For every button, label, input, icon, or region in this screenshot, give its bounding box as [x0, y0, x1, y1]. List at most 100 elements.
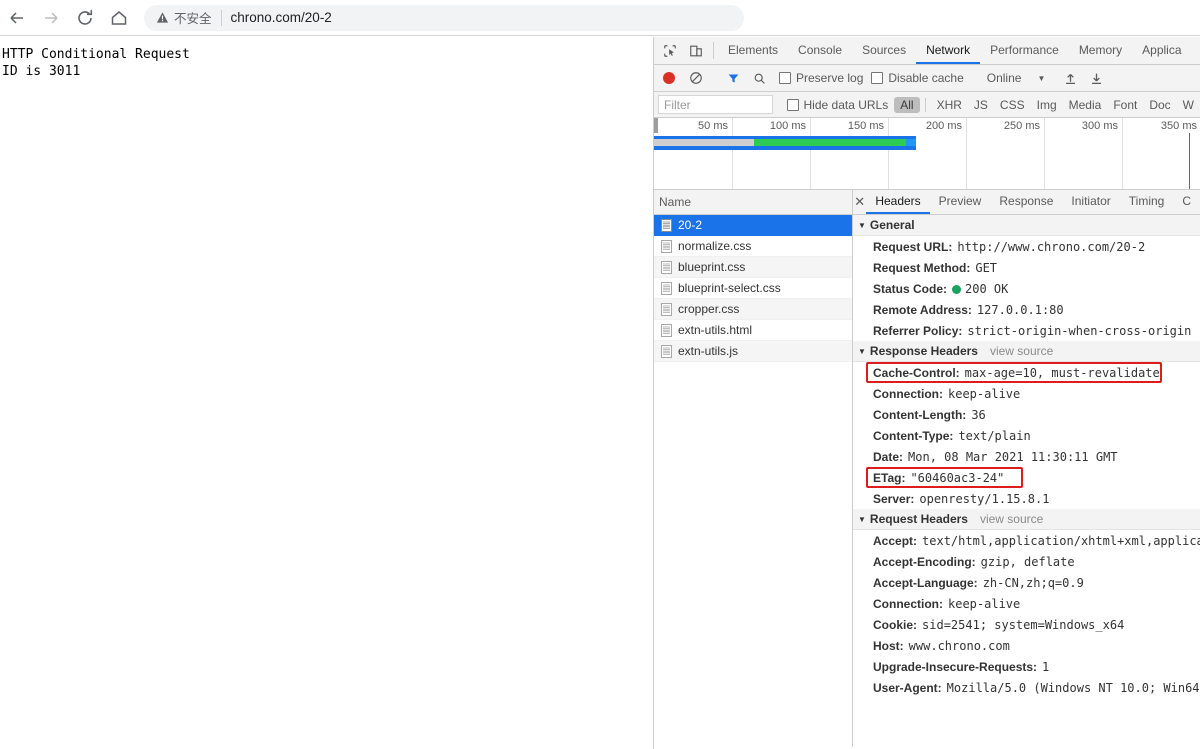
network-overview[interactable]: 50 ms 100 ms 150 ms 200 ms 250 ms 300 ms… [654, 118, 1200, 190]
header-row: Date: Mon, 08 Mar 2021 11:30:11 GMT [853, 446, 1200, 467]
type-filter-ws[interactable]: W [1177, 97, 1200, 113]
tab-initiator[interactable]: Initiator [1062, 190, 1119, 214]
back-arrow-icon[interactable] [0, 1, 34, 35]
header-name: Accept-Encoding: [873, 555, 976, 569]
tab-response[interactable]: Response [990, 190, 1062, 214]
request-row[interactable]: extn-utils.html [654, 320, 852, 341]
header-value: 36 [971, 408, 985, 422]
page-content: HTTP Conditional Request ID is 3011 [0, 37, 652, 749]
header-row: Referrer Policy: strict-origin-when-cros… [853, 320, 1200, 341]
clear-icon[interactable] [684, 71, 708, 85]
tab-timing[interactable]: Timing [1120, 190, 1174, 214]
import-har-icon[interactable] [1058, 72, 1082, 85]
view-source-link[interactable]: view source [980, 512, 1043, 526]
request-name: 20-2 [678, 218, 702, 232]
filter-icon[interactable] [721, 72, 745, 85]
browser-toolbar: 不安全 chrono.com/20-2 [0, 0, 1200, 36]
request-row[interactable]: blueprint-select.css [654, 278, 852, 299]
header-value[interactable]: http://www.chrono.com/20-2 [957, 240, 1145, 254]
warning-triangle-icon [156, 11, 169, 24]
header-row: Accept-Encoding: gzip, deflate [853, 551, 1200, 572]
tab-sources[interactable]: Sources [852, 37, 916, 64]
omnibox[interactable]: 不安全 chrono.com/20-2 [144, 5, 744, 31]
request-row[interactable]: normalize.css [654, 236, 852, 257]
device-toolbar-icon[interactable] [683, 37, 709, 64]
request-row[interactable]: cropper.css [654, 299, 852, 320]
overview-left-handle[interactable] [654, 118, 658, 133]
header-row: Host: www.chrono.com [853, 635, 1200, 656]
type-filter-font[interactable]: Font [1107, 97, 1143, 113]
disable-cache-checkbox[interactable]: Disable cache [871, 71, 963, 85]
section-header-request[interactable]: ▼ Request Headers view source [853, 509, 1200, 530]
reload-icon[interactable] [68, 1, 102, 35]
type-filter-list: All XHR JS CSS Img Media Font Doc W [894, 97, 1200, 113]
view-source-link[interactable]: view source [990, 344, 1053, 358]
details-tabbar: ✕ Headers Preview Response Initiator Tim… [853, 190, 1200, 215]
request-list: Name 20-2 normalize.css [654, 190, 853, 747]
omnibox-url: chrono.com/20-2 [231, 10, 332, 25]
header-row: Content-Type: text/plain [853, 425, 1200, 446]
header-value: gzip, deflate [981, 555, 1075, 569]
header-value: keep-alive [948, 597, 1020, 611]
type-filter-doc[interactable]: Doc [1143, 97, 1176, 113]
chevron-down-icon: ▼ [1037, 74, 1045, 83]
omnibox-divider [221, 10, 222, 26]
tab-memory[interactable]: Memory [1069, 37, 1132, 64]
request-row[interactable]: blueprint.css [654, 257, 852, 278]
header-row: User-Agent: Mozilla/5.0 (Windows NT 10.0… [853, 677, 1200, 698]
header-value: Mozilla/5.0 (Windows NT 10.0; Win64; x [947, 681, 1200, 695]
tab-network[interactable]: Network [916, 37, 980, 64]
tab-preview[interactable]: Preview [930, 190, 991, 214]
home-icon[interactable] [102, 1, 136, 35]
search-icon[interactable] [747, 72, 771, 85]
hide-data-urls-checkbox[interactable]: Hide data URLs [787, 98, 889, 112]
security-warning[interactable]: 不安全 [156, 8, 212, 27]
record-button[interactable] [663, 72, 675, 84]
request-row[interactable]: extn-utils.js [654, 341, 852, 362]
forward-arrow-icon[interactable] [34, 1, 68, 35]
header-row: Connection: keep-alive [853, 593, 1200, 614]
section-header-general[interactable]: ▼ General [853, 215, 1200, 236]
preserve-log-checkbox[interactable]: Preserve log [779, 71, 863, 85]
header-value: keep-alive [948, 387, 1020, 401]
section-header-response[interactable]: ▼ Response Headers view source [853, 341, 1200, 362]
filter-input[interactable]: Filter [658, 95, 773, 114]
header-name: Cookie: [873, 618, 917, 632]
header-row: Status Code: 200 OK [853, 278, 1200, 299]
network-controls: Preserve log Disable cache Online ▼ [654, 65, 1200, 92]
tab-application[interactable]: Applica [1132, 37, 1191, 64]
checkbox-box [787, 99, 799, 111]
export-har-icon[interactable] [1084, 72, 1108, 85]
header-name: Host: [873, 639, 904, 653]
band-tail-segment [906, 139, 916, 146]
type-filter-css[interactable]: CSS [994, 97, 1031, 113]
type-filter-all[interactable]: All [894, 97, 919, 113]
preserve-log-label: Preserve log [796, 71, 863, 85]
tab-headers[interactable]: Headers [866, 190, 929, 214]
document-icon [661, 324, 672, 337]
tab-cookies[interactable]: C [1173, 190, 1200, 214]
header-name: Content-Length: [873, 408, 966, 422]
type-filter-media[interactable]: Media [1063, 97, 1108, 113]
overview-event-marker [1189, 133, 1190, 189]
type-filter-js[interactable]: JS [968, 97, 994, 113]
header-name: Content-Type: [873, 429, 953, 443]
request-row[interactable]: 20-2 [654, 215, 852, 236]
header-name: Accept-Language: [873, 576, 978, 590]
tab-console[interactable]: Console [788, 37, 852, 64]
throttling-dropdown[interactable]: Online ▼ [987, 71, 1046, 85]
request-list-header[interactable]: Name [654, 190, 852, 215]
document-icon [661, 282, 672, 295]
tab-elements[interactable]: Elements [718, 37, 788, 64]
filter-row: Filter Hide data URLs All XHR JS CSS Img… [654, 92, 1200, 118]
header-row: Request URL: http://www.chrono.com/20-2 [853, 236, 1200, 257]
tab-performance[interactable]: Performance [980, 37, 1069, 64]
header-value: Mon, 08 Mar 2021 11:30:11 GMT [908, 450, 1118, 464]
close-icon[interactable]: ✕ [853, 190, 866, 214]
inspect-element-icon[interactable] [657, 37, 683, 64]
type-filter-xhr[interactable]: XHR [931, 97, 968, 113]
type-filter-img[interactable]: Img [1031, 97, 1063, 113]
disable-cache-label: Disable cache [888, 71, 963, 85]
timeline-ruler: 50 ms 100 ms 150 ms 200 ms 250 ms 300 ms… [654, 118, 1200, 189]
header-name: Cache-Control: [873, 366, 960, 380]
